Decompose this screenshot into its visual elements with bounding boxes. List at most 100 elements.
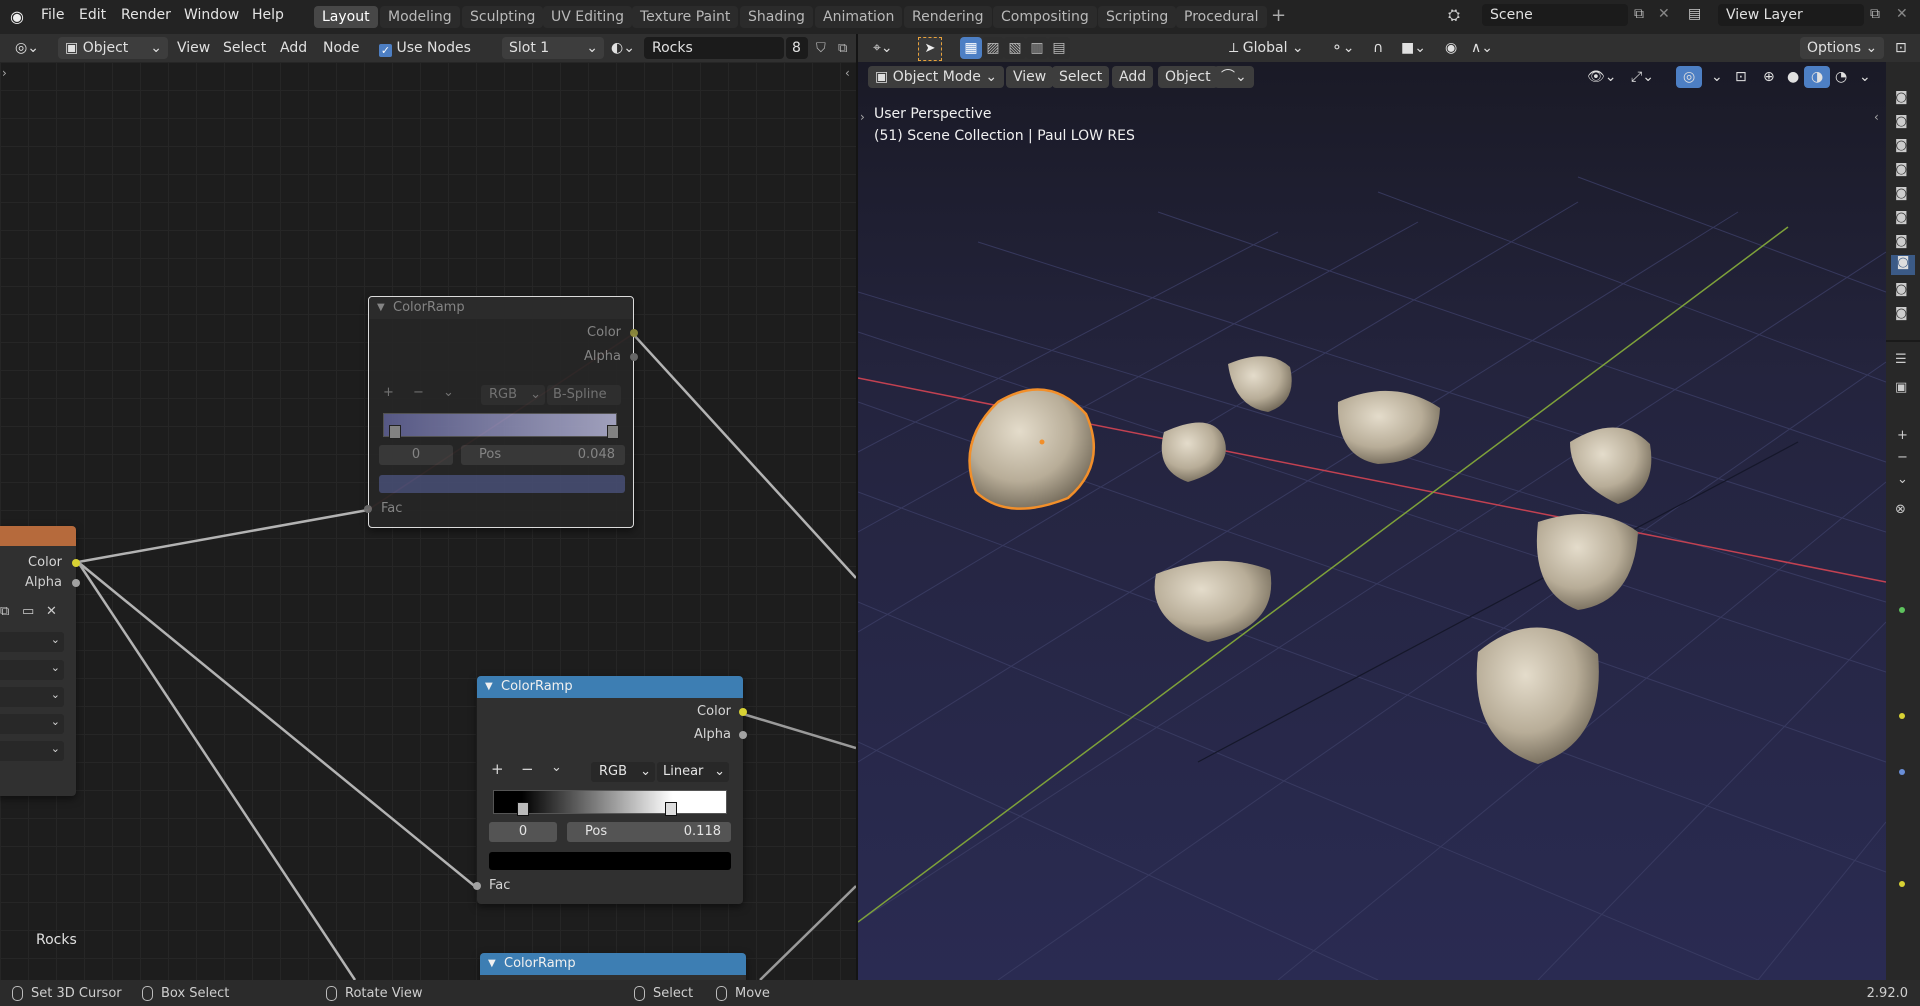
xray-icon[interactable]: ⊡ — [1728, 66, 1754, 88]
visibility-eye-icon[interactable]: 👁⌄ — [1580, 66, 1624, 88]
colorramp-1-gradient-bar[interactable] — [383, 413, 617, 437]
proportional-edit-icon[interactable]: ◉ — [1438, 37, 1464, 59]
colorramp-2-color-mode[interactable]: RGB ⌄ — [591, 762, 655, 782]
viewport-toolbar-expand-icon[interactable]: › — [860, 110, 865, 124]
scene-name-field[interactable]: Scene — [1482, 4, 1628, 26]
colorramp-1-interpolation[interactable]: B-Spline — [547, 385, 621, 405]
mode-invert-icon[interactable]: ▥ — [1026, 37, 1048, 59]
menu-view[interactable]: View — [170, 37, 217, 59]
snap-magnet-icon[interactable]: ∩ — [1366, 37, 1390, 59]
shading-dropdown-icon[interactable]: ⌄ — [1852, 66, 1878, 88]
menu-select[interactable]: Select — [216, 37, 273, 59]
object-mode-dropdown[interactable]: ▣ Object Mode ⌄ — [868, 66, 1005, 88]
viewport-editor-type-icon[interactable]: ⌖⌄ — [866, 37, 900, 59]
colorramp-2-pos-field[interactable]: Pos 0.118 — [567, 822, 731, 842]
new-view-layer-icon[interactable]: ⧉ — [1870, 6, 1880, 22]
shading-solid-icon[interactable]: ● — [1780, 66, 1806, 88]
remove-stop-icon[interactable]: − — [413, 385, 424, 400]
colorramp-1-in-fac-socket[interactable] — [364, 505, 372, 513]
duplicate-material-icon[interactable]: ⧉ — [838, 41, 847, 56]
viewport-sidebar-expand-icon[interactable]: ‹ — [1874, 110, 1879, 124]
tab-texture-paint[interactable]: Texture Paint — [632, 6, 739, 28]
sidebar-toggle-icon[interactable]: ⊡ — [1888, 37, 1914, 59]
colorramp-1-header[interactable]: ▼ ColorRamp — [369, 297, 633, 319]
material-browse-icon[interactable]: ◐⌄ — [604, 37, 642, 59]
colorramp-1-pos-field[interactable]: Pos 0.048 — [461, 445, 625, 465]
colorramp-node-1[interactable]: ▼ ColorRamp Color Alpha + − ⌄ RGB ⌄ B-Sp… — [364, 296, 638, 528]
menu-file[interactable]: File — [41, 7, 64, 23]
colorramp-2-color-swatch[interactable] — [489, 852, 731, 870]
tab-scripting[interactable]: Scripting — [1098, 6, 1177, 28]
shading-wireframe-icon[interactable]: ⊕ — [1756, 66, 1782, 88]
unlink-image-icon[interactable]: ✕ — [46, 604, 57, 619]
fake-user-shield-icon[interactable]: ⛉ — [816, 41, 826, 56]
colorramp-2-interpolation[interactable]: Linear ⌄ — [657, 762, 729, 782]
node-editor-canvas[interactable]: › ‹ Color Alpha ⧉ ▭ ✕ ⌄ ⌄ ⌄ ⌄ ⌄ ▼ ColorR… — [0, 62, 856, 980]
falloff-icon[interactable]: ∧⌄ — [1464, 37, 1500, 59]
editor-type-icon[interactable]: ◎⌄ — [8, 37, 46, 59]
material-users-count[interactable]: 8 — [786, 37, 808, 59]
texture-dropdown-1[interactable]: ⌄ — [0, 632, 64, 652]
camera-restrict-icon[interactable]: ◙ — [1895, 138, 1908, 153]
colorramp-1-out-color-socket[interactable] — [630, 329, 638, 337]
tab-shading[interactable]: Shading — [740, 6, 813, 28]
new-scene-icon[interactable]: ⧉ — [1634, 6, 1644, 22]
colorramp-2-out-color-socket[interactable] — [739, 708, 747, 716]
remove-stop-icon[interactable]: − — [521, 760, 534, 778]
strip-chevron-icon[interactable]: ⌄ — [1897, 472, 1908, 487]
constraint-icon[interactable]: ⊗ — [1895, 502, 1906, 517]
menu-node[interactable]: Node — [316, 37, 367, 59]
tab-layout[interactable]: Layout — [314, 6, 378, 28]
tab-animation[interactable]: Animation — [815, 6, 903, 28]
camera-restrict-icon[interactable]: ◙ — [1895, 306, 1908, 321]
colorramp-2-stop-index[interactable]: 0 — [489, 822, 557, 842]
tab-compositing[interactable]: Compositing — [993, 6, 1097, 28]
add-stop-icon[interactable]: + — [491, 760, 504, 778]
menu-add[interactable]: Add — [273, 37, 314, 59]
view-layer-field[interactable]: View Layer — [1718, 4, 1864, 26]
colorramp-node-2[interactable]: ▼ ColorRamp Color Alpha + − ⌄ RGB ⌄ Linea… — [473, 676, 747, 904]
3d-viewport[interactable]: ▣ Object Mode ⌄ View Select Add Object ⌒… — [858, 62, 1886, 980]
colorramp-1-color-mode[interactable]: RGB ⌄ — [481, 385, 545, 405]
delete-view-layer-icon[interactable]: ✕ — [1896, 6, 1908, 22]
colorramp-1-out-alpha-socket[interactable] — [630, 353, 638, 361]
viewport-menu-object[interactable]: Object — [1158, 66, 1218, 88]
viewport-menu-select[interactable]: Select — [1052, 66, 1110, 88]
camera-restrict-icon[interactable]: ◙ — [1895, 114, 1908, 129]
menu-edit[interactable]: Edit — [79, 7, 106, 23]
use-nodes-checkbox[interactable]: ✓ Use Nodes — [372, 37, 478, 59]
tab-sculpting[interactable]: Sculpting — [462, 6, 544, 28]
colorramp-1-stop-handle-end[interactable] — [607, 425, 619, 439]
camera-restrict-icon[interactable]: ◙ — [1895, 210, 1908, 225]
material-name-field[interactable]: Rocks — [644, 37, 784, 59]
collapse-arrow-icon[interactable]: ▼ — [377, 297, 385, 319]
camera-restrict-icon[interactable]: ◙ — [1895, 162, 1908, 177]
new-image-icon[interactable]: ⧉ — [0, 604, 9, 619]
colorramp-2-stop-handle-black[interactable] — [517, 802, 529, 816]
properties-render-icon[interactable]: ▣ — [1895, 380, 1907, 395]
mode-new-selection-icon[interactable]: ▦ — [960, 37, 982, 59]
mode-extend-icon[interactable]: ▨ — [982, 37, 1004, 59]
texture-dropdown-5[interactable]: ⌄ — [0, 741, 64, 761]
colorramp-2-in-fac-socket[interactable] — [473, 882, 481, 890]
texture-dropdown-2[interactable]: ⌄ — [0, 660, 64, 680]
snap-target-icon[interactable]: ■⌄ — [1394, 37, 1433, 59]
colorramp-2-out-alpha-socket[interactable] — [739, 731, 747, 739]
texture-dropdown-4[interactable]: ⌄ — [0, 714, 64, 734]
camera-restrict-icon-active[interactable]: ◙ — [1891, 255, 1915, 275]
mode-subtract-icon[interactable]: ▧ — [1004, 37, 1026, 59]
tab-modeling[interactable]: Modeling — [380, 6, 460, 28]
colorramp-1-stop-index[interactable]: 0 — [379, 445, 453, 465]
colorramp-1-stop-handle[interactable] — [389, 425, 401, 439]
camera-restrict-icon[interactable]: ◙ — [1895, 234, 1908, 249]
texture-output-alpha-socket[interactable] — [72, 579, 80, 587]
texture-output-color-socket[interactable] — [72, 559, 80, 567]
properties-tool-icon[interactable]: ☰ — [1895, 352, 1907, 367]
camera-restrict-icon[interactable]: ◙ — [1895, 282, 1908, 297]
tab-rendering[interactable]: Rendering — [904, 6, 992, 28]
shading-rendered-icon[interactable]: ◔ — [1828, 66, 1854, 88]
options-dropdown[interactable]: Options ⌄ — [1800, 37, 1885, 59]
texture-node[interactable]: Color Alpha ⧉ ▭ ✕ ⌄ ⌄ ⌄ ⌄ ⌄ — [0, 526, 80, 796]
collapse-arrow-icon[interactable]: ▼ — [488, 953, 496, 975]
add-stop-icon[interactable]: + — [383, 385, 394, 400]
